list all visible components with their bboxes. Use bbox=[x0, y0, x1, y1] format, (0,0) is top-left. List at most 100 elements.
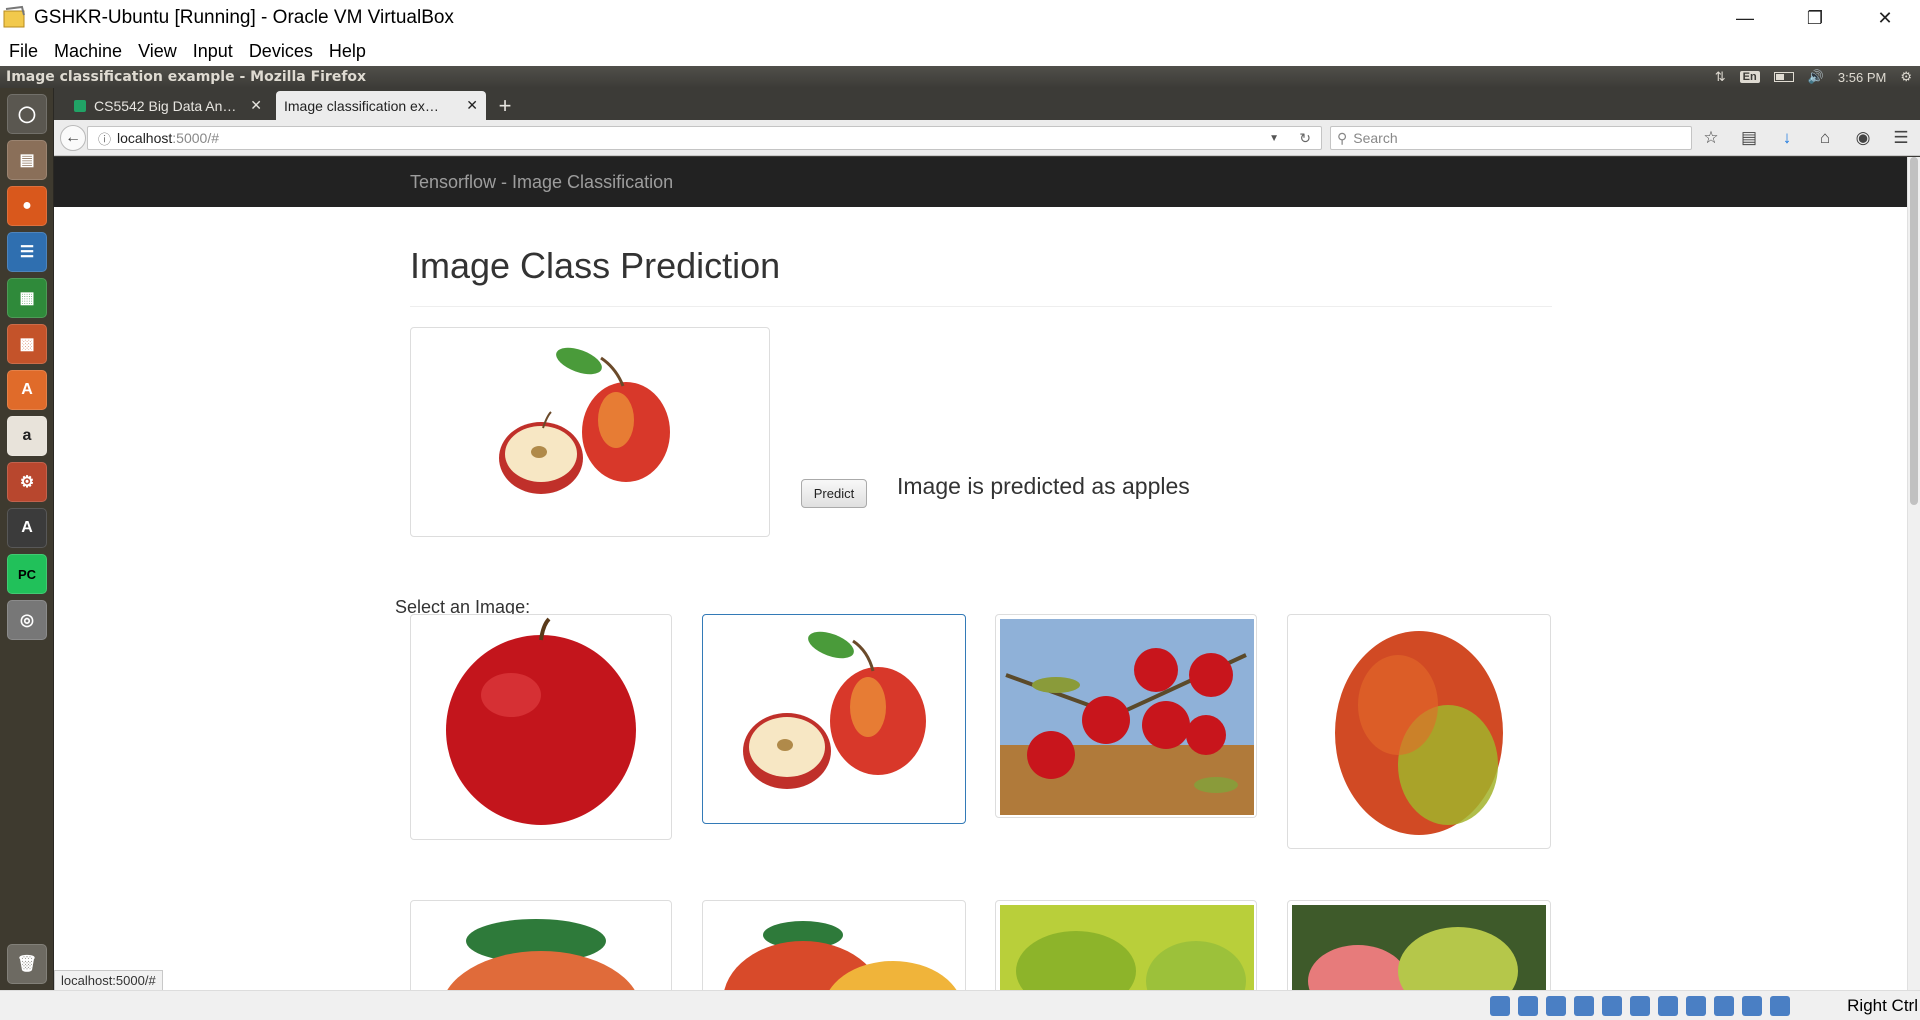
clock[interactable]: 3:56 PM bbox=[1838, 70, 1886, 85]
software-center-icon[interactable]: A bbox=[7, 370, 47, 410]
mouse-integration-icon[interactable] bbox=[1742, 996, 1762, 1016]
tab-label: Image classification ex… bbox=[284, 97, 439, 114]
menu-machine[interactable]: Machine bbox=[54, 41, 122, 62]
amazon-icon[interactable]: a bbox=[7, 416, 47, 456]
navbar-brand[interactable]: Tensorflow - Image Classification bbox=[410, 172, 673, 193]
menu-devices[interactable]: Devices bbox=[249, 41, 313, 62]
new-tab-plus-icon[interactable]: + bbox=[490, 91, 520, 120]
usb-icon[interactable] bbox=[1602, 996, 1622, 1016]
volume-icon[interactable]: 🔊 bbox=[1808, 69, 1824, 85]
url-dropdown-icon[interactable]: ▼ bbox=[1269, 133, 1279, 144]
scrollbar-thumb[interactable] bbox=[1910, 157, 1918, 505]
search-input[interactable]: ⚲ Search bbox=[1330, 126, 1692, 150]
thumbnail-mango[interactable] bbox=[1287, 614, 1551, 849]
info-icon[interactable]: ⓘ bbox=[98, 129, 111, 148]
tab-bar: CS5542 Big Data An… ✕ Image classificati… bbox=[54, 88, 1920, 120]
firefox-icon[interactable]: ● bbox=[7, 186, 47, 226]
system-settings-icon[interactable]: ⚙ bbox=[7, 462, 47, 502]
url-path: :5000/# bbox=[172, 130, 219, 146]
url-bar[interactable]: ⓘ localhost:5000/# ▼ ↻ bbox=[87, 126, 1322, 150]
thumbnail-green-fruit[interactable] bbox=[995, 900, 1257, 990]
virtualbox-icon bbox=[3, 5, 25, 28]
search-placeholder: Search bbox=[1353, 130, 1398, 146]
red-apple-image bbox=[446, 617, 636, 825]
page-viewport: Tensorflow - Image Classification Image … bbox=[54, 157, 1920, 990]
back-arrow-icon[interactable]: ← bbox=[60, 125, 86, 151]
trash-icon[interactable]: 🗑 bbox=[7, 944, 47, 984]
menu-input[interactable]: Input bbox=[193, 41, 233, 62]
keyboard-layout-indicator[interactable]: En bbox=[1739, 71, 1760, 83]
site-navbar: Tensorflow - Image Classification bbox=[54, 157, 1907, 207]
dash-icon[interactable]: ◯ bbox=[7, 94, 47, 134]
thumbnail-apple-tree[interactable] bbox=[995, 614, 1257, 818]
firefox-window: CS5542 Big Data An… ✕ Image classificati… bbox=[54, 88, 1920, 990]
unity-launcher: ◯ ▤ ● ☰ ▦ ▩ A a ⚙ A PC ◎ 🗑 bbox=[0, 88, 54, 990]
pocket-icon[interactable]: ◉ bbox=[1844, 128, 1882, 148]
window-title: GSHKR-Ubuntu [Running] - Oracle VM Virtu… bbox=[34, 7, 454, 28]
guava-image bbox=[1292, 905, 1546, 990]
menu-view[interactable]: View bbox=[138, 41, 177, 62]
menu-file[interactable]: File bbox=[9, 41, 38, 62]
apple-tree-image bbox=[1000, 619, 1254, 815]
optical-drive-icon[interactable] bbox=[1518, 996, 1538, 1016]
virtualbox-titlebar: GSHKR-Ubuntu [Running] - Oracle VM Virtu… bbox=[0, 0, 1920, 36]
hard-disk-icon[interactable] bbox=[1490, 996, 1510, 1016]
display-icon[interactable] bbox=[1658, 996, 1678, 1016]
tab-image-classification[interactable]: Image classification ex… ✕ bbox=[276, 91, 486, 120]
reload-icon[interactable]: ↻ bbox=[1299, 130, 1311, 147]
video-capture-icon[interactable] bbox=[1686, 996, 1706, 1016]
ubuntu-top-panel: Image classification example - Mozilla F… bbox=[0, 66, 1920, 88]
minimize-icon[interactable]: — bbox=[1710, 0, 1780, 36]
files-icon[interactable]: ▤ bbox=[7, 140, 47, 180]
audio-icon[interactable] bbox=[1546, 996, 1566, 1016]
prediction-result: Image is predicted as apples bbox=[897, 473, 1190, 499]
navigation-toolbar: ← ⓘ localhost:5000/# ▼ ↻ ⚲ Search ☆ ▤ ↓ … bbox=[54, 120, 1920, 156]
writer-icon[interactable]: ☰ bbox=[7, 232, 47, 272]
cpu-icon[interactable] bbox=[1714, 996, 1734, 1016]
bookmarks-library-icon[interactable]: ▤ bbox=[1730, 128, 1768, 148]
firefox-window-title: Image classification example - Mozilla F… bbox=[6, 69, 367, 85]
tab-cs5542[interactable]: CS5542 Big Data An… ✕ bbox=[66, 91, 270, 120]
toolbar-icons: ☆ ▤ ↓ ⌂ ◉ ☰ bbox=[1692, 120, 1920, 156]
vertical-scrollbar[interactable] bbox=[1907, 157, 1920, 990]
dvd-icon[interactable]: ◎ bbox=[7, 600, 47, 640]
shared-folders-icon[interactable] bbox=[1630, 996, 1650, 1016]
spreadsheet-favicon-icon bbox=[74, 99, 86, 112]
tab-close-icon[interactable]: ✕ bbox=[466, 97, 478, 114]
device-status-icons bbox=[1482, 996, 1790, 1016]
green-fruit-image bbox=[1000, 905, 1254, 990]
thumbnail-red-apple[interactable] bbox=[410, 614, 672, 840]
menu-help[interactable]: Help bbox=[329, 41, 366, 62]
downloads-icon[interactable]: ↓ bbox=[1768, 128, 1806, 148]
virtualbox-statusbar: Right Ctrl bbox=[0, 990, 1920, 1020]
tab-close-icon[interactable]: ✕ bbox=[250, 97, 262, 114]
network-icon[interactable]: ⇅ bbox=[1715, 69, 1726, 85]
guest-screen: Image classification example - Mozilla F… bbox=[0, 66, 1920, 990]
impress-icon[interactable]: ▩ bbox=[7, 324, 47, 364]
home-icon[interactable]: ⌂ bbox=[1806, 128, 1844, 148]
link-status-tooltip: localhost:5000/# bbox=[54, 970, 163, 990]
bookmark-star-icon[interactable]: ☆ bbox=[1692, 128, 1730, 148]
thumbnail-guava[interactable] bbox=[1287, 900, 1551, 990]
menu-hamburger-icon[interactable]: ☰ bbox=[1882, 128, 1920, 148]
restore-icon[interactable]: ❐ bbox=[1780, 0, 1850, 36]
network-adapter-icon[interactable] bbox=[1574, 996, 1594, 1016]
thumbnail-peach[interactable] bbox=[410, 900, 672, 990]
thumbnail-mangoes[interactable] bbox=[702, 900, 966, 990]
url-host: localhost bbox=[117, 130, 173, 146]
close-icon[interactable]: ✕ bbox=[1850, 0, 1920, 36]
apples-preview-image bbox=[499, 347, 670, 494]
search-icon: ⚲ bbox=[1337, 129, 1348, 146]
system-tray: ⇅ En 🔊 3:56 PM ⚙ bbox=[1701, 66, 1912, 88]
host-key-label: Right Ctrl bbox=[1847, 996, 1918, 1015]
software-updater-icon[interactable]: A bbox=[7, 508, 47, 548]
predict-button[interactable]: Predict bbox=[801, 479, 867, 508]
settings-gear-icon[interactable]: ⚙ bbox=[1900, 69, 1912, 85]
battery-icon[interactable] bbox=[1773, 72, 1794, 82]
virtualbox-menubar: File Machine View Input Devices Help bbox=[0, 36, 1920, 66]
apples-image bbox=[743, 631, 926, 789]
keyboard-capture-icon[interactable] bbox=[1770, 996, 1790, 1016]
calc-icon[interactable]: ▦ bbox=[7, 278, 47, 318]
pycharm-icon[interactable]: PC bbox=[7, 554, 47, 594]
thumbnail-apples-selected[interactable] bbox=[702, 614, 966, 824]
